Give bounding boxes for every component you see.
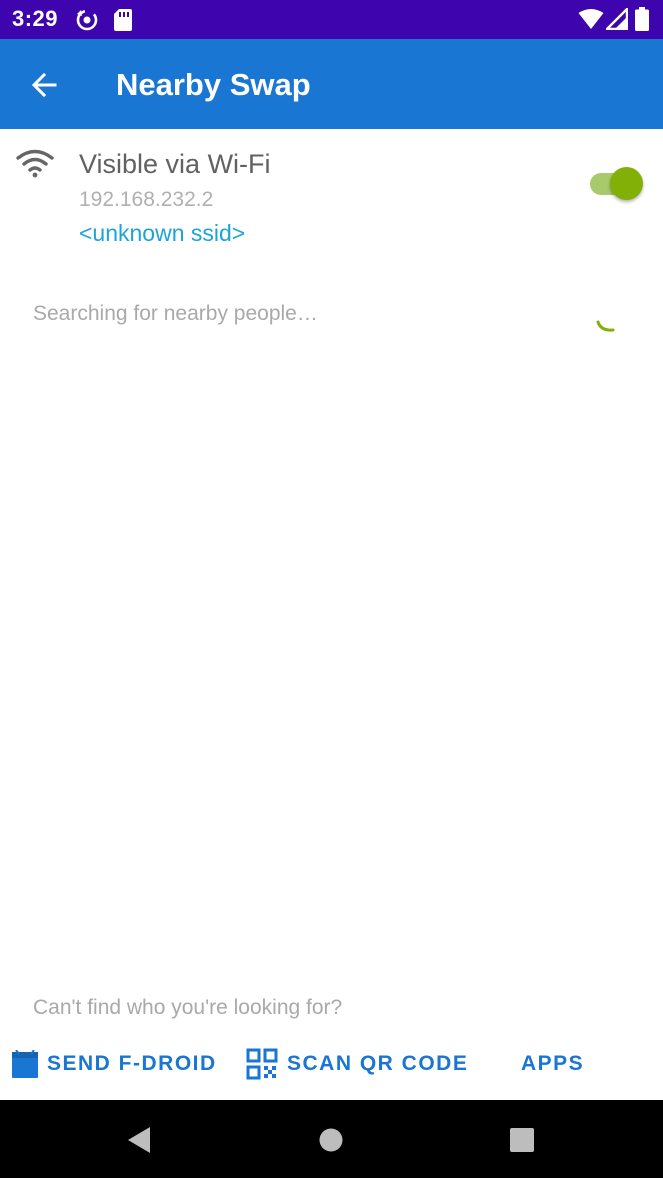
cell-signal-icon [605, 7, 629, 35]
sd-card-icon [113, 8, 133, 37]
app-bar: Nearby Swap [0, 39, 663, 129]
page-title: Nearby Swap [116, 67, 311, 102]
wifi-ssid: <unknown ssid> [79, 220, 246, 246]
screen: 3:29 Nearby Swap Visible via Wi-Fi 192.1… [0, 0, 663, 1178]
toggle-thumb [610, 167, 643, 200]
wifi-visibility-row: Visible via Wi-Fi 192.168.232.2 <unknown… [0, 129, 663, 259]
qr-code-icon [246, 1048, 278, 1080]
wifi-title: Visible via Wi-Fi [79, 149, 271, 179]
navigation-bar [0, 1100, 663, 1178]
back-triangle-icon [128, 1127, 150, 1153]
apps-label: APPS [521, 1052, 585, 1075]
send-f-droid-label: SEND F-DROID [47, 1052, 217, 1075]
f-droid-icon [12, 1050, 38, 1078]
recents-square-icon [510, 1128, 534, 1152]
wifi-ip-address: 192.168.232.2 [79, 188, 214, 211]
scan-qr-code-button[interactable]: SCAN QR CODE [246, 1042, 468, 1086]
nav-recents-button[interactable] [504, 1122, 540, 1158]
status-time: 3:29 [12, 6, 59, 31]
status-bar: 3:29 [0, 0, 663, 39]
home-circle-icon [319, 1128, 343, 1152]
wifi-signal-icon [578, 8, 604, 35]
nav-back-button[interactable] [122, 1122, 158, 1158]
scan-qr-code-label: SCAN QR CODE [287, 1052, 469, 1075]
wifi-visibility-toggle[interactable] [586, 165, 644, 205]
sync-icon [74, 7, 100, 38]
arrow-back-icon [31, 72, 57, 98]
back-button[interactable] [20, 61, 68, 109]
apps-button[interactable]: APPS [521, 1042, 584, 1086]
battery-icon [635, 7, 649, 36]
wifi-icon [16, 149, 54, 184]
cant-find-text: Can't find who you're looking for? [33, 996, 343, 1019]
send-f-droid-button[interactable]: SEND F-DROID [12, 1042, 217, 1086]
loading-spinner-icon [592, 317, 618, 342]
nav-home-button[interactable] [313, 1122, 349, 1158]
searching-status-text: Searching for nearby people… [33, 302, 318, 325]
